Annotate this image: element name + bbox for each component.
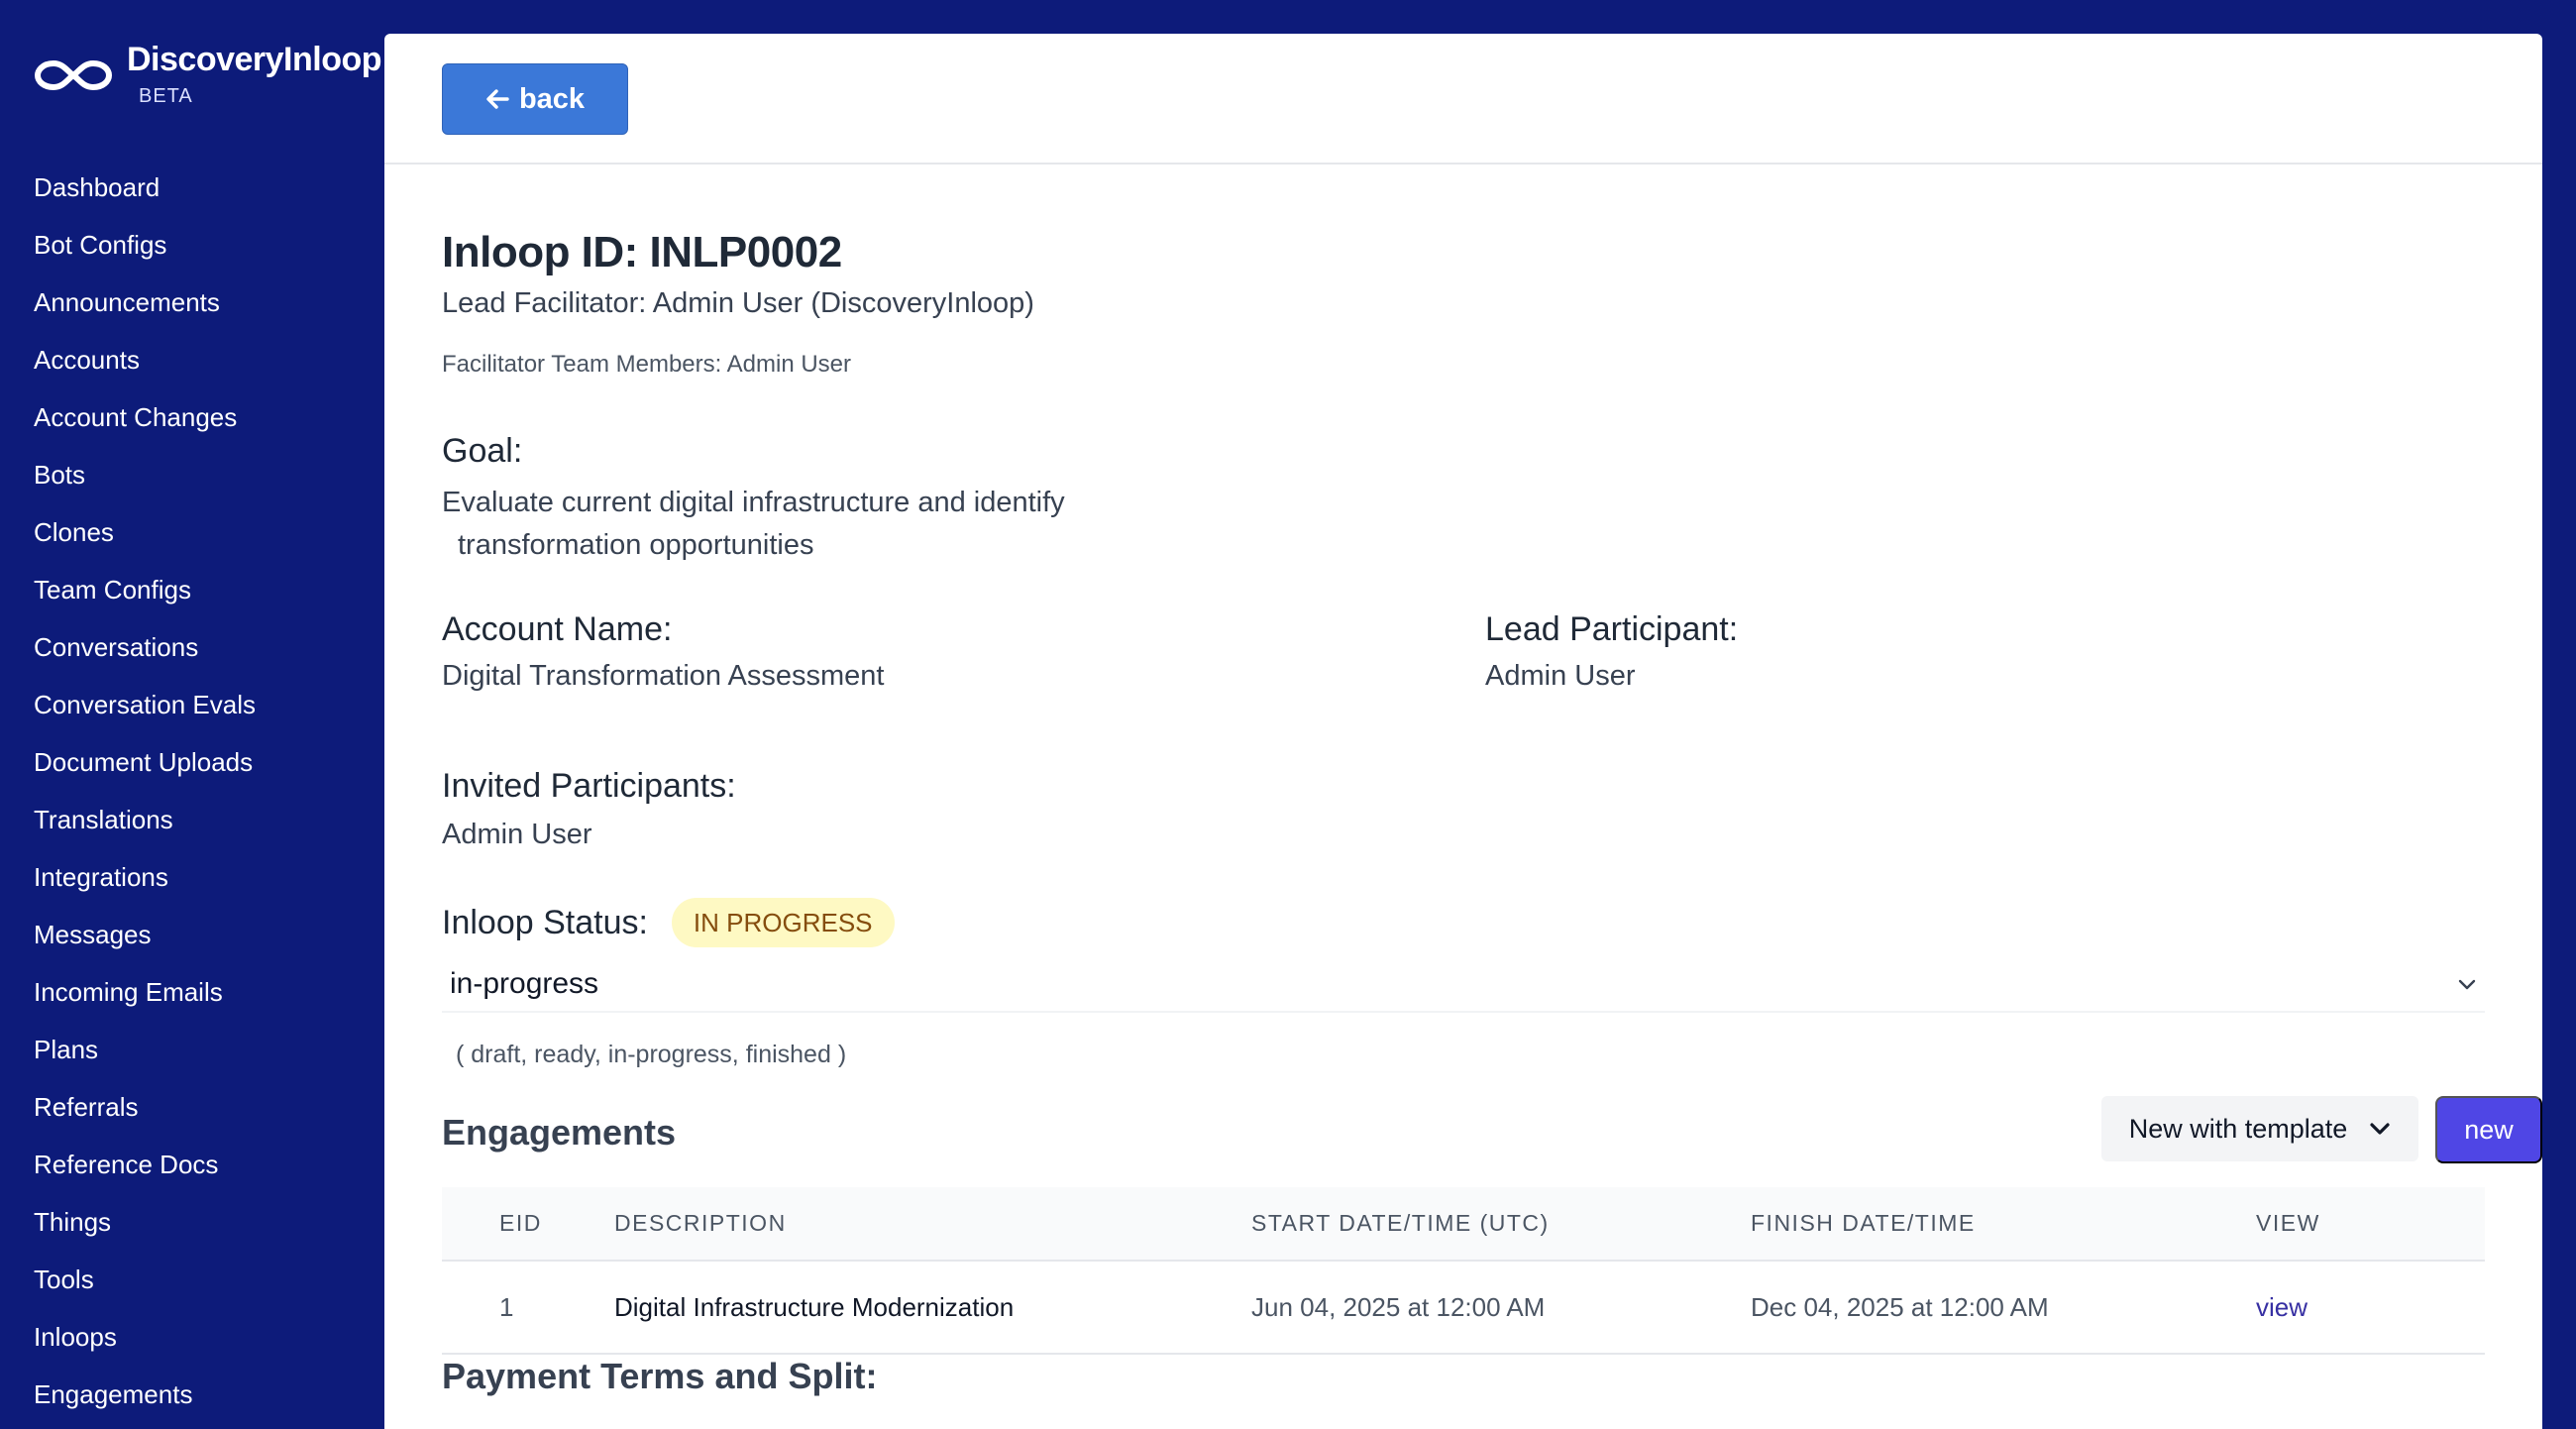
view-link[interactable]: view <box>2256 1292 2308 1322</box>
column-header-description: DESCRIPTION <box>614 1187 1251 1262</box>
cell-description: Digital Infrastructure Modernization <box>614 1261 1251 1355</box>
table-row: 1 Digital Infrastructure Modernization J… <box>442 1261 2485 1355</box>
goal-text-line-1: Evaluate current digital infrastructure … <box>442 487 1065 518</box>
payment-terms-title: Payment Terms and Split: <box>442 1356 878 1396</box>
inloop-status-row: Inloop Status: IN PROGRESS <box>442 898 895 947</box>
new-with-template-label: New with template <box>2128 1113 2348 1144</box>
top-bar: back <box>384 34 2542 165</box>
sidebar-item-inloops[interactable]: Inloops <box>34 1308 256 1366</box>
status-badge: IN PROGRESS <box>671 898 895 947</box>
goal-label: Goal: <box>442 432 523 470</box>
page-title: Inloop ID: INLP0002 <box>442 228 842 276</box>
sidebar-item-team-configs[interactable]: Team Configs <box>34 561 256 618</box>
engagements-table: EID DESCRIPTION START DATE/TIME (UTC) FI… <box>442 1187 2485 1355</box>
lead-participant-label: Lead Participant: <box>1485 610 1739 648</box>
lead-facilitator: Lead Facilitator: Admin User (DiscoveryI… <box>442 287 1034 319</box>
goal-text: Evaluate current digital infrastructure … <box>442 482 1135 567</box>
status-select[interactable]: in-progress <box>442 957 2485 1013</box>
new-with-template-dropdown[interactable]: New with template <box>2101 1096 2418 1161</box>
beta-badge: BETA <box>139 85 193 107</box>
column-header-view: VIEW <box>2256 1187 2485 1262</box>
arrow-left-icon <box>486 89 509 109</box>
invited-participants-value: Admin User <box>442 819 592 850</box>
new-engagement-button[interactable]: new <box>2435 1096 2542 1163</box>
sidebar-item-conversation-evals[interactable]: Conversation Evals <box>34 676 256 733</box>
sidebar-item-account-changes[interactable]: Account Changes <box>34 388 256 446</box>
sidebar-item-tools[interactable]: Tools <box>34 1251 256 1308</box>
sidebar-item-reference-docs[interactable]: Reference Docs <box>34 1136 256 1193</box>
back-button-label: back <box>518 82 586 115</box>
status-options-hint: ( draft, ready, in-progress, finished ) <box>456 1041 847 1068</box>
column-header-start: START DATE/TIME (UTC) <box>1251 1187 1751 1262</box>
engagements-title: Engagements <box>442 1112 677 1153</box>
cell-start: Jun 04, 2025 at 12:00 AM <box>1251 1261 1751 1355</box>
sidebar-item-translations[interactable]: Translations <box>34 791 256 848</box>
account-name-label: Account Name: <box>442 610 673 648</box>
sidebar-item-incoming-emails[interactable]: Incoming Emails <box>34 963 256 1021</box>
chevron-down-icon <box>2458 979 2476 990</box>
facilitator-team-members: Facilitator Team Members: Admin User <box>442 351 852 378</box>
inloop-status-label: Inloop Status: <box>442 903 648 941</box>
table-header-row: EID DESCRIPTION START DATE/TIME (UTC) FI… <box>442 1187 2485 1262</box>
cell-finish: Dec 04, 2025 at 12:00 AM <box>1751 1261 2256 1355</box>
main-panel: back Inloop ID: INLP0002 Lead Facilitato… <box>384 34 2542 1429</box>
sidebar-item-things[interactable]: Things <box>34 1193 256 1251</box>
sidebar: DiscoveryInloop BETA Dashboard Bot Confi… <box>0 0 384 1429</box>
sidebar-nav: Dashboard Bot Configs Announcements Acco… <box>34 159 256 1423</box>
sidebar-item-dashboard[interactable]: Dashboard <box>34 159 256 216</box>
sidebar-item-messages[interactable]: Messages <box>34 906 256 963</box>
brand-name: DiscoveryInloop <box>127 41 382 78</box>
back-button[interactable]: back <box>442 63 628 135</box>
sidebar-item-referrals[interactable]: Referrals <box>34 1078 256 1136</box>
account-name-value: Digital Transformation Assessment <box>442 660 885 692</box>
sidebar-item-document-uploads[interactable]: Document Uploads <box>34 733 256 791</box>
lead-participant-value: Admin User <box>1485 660 1636 692</box>
sidebar-item-clones[interactable]: Clones <box>34 503 256 561</box>
brand[interactable]: DiscoveryInloop BETA <box>34 38 382 108</box>
column-header-eid: EID <box>442 1187 614 1262</box>
sidebar-item-bot-configs[interactable]: Bot Configs <box>34 216 256 274</box>
sidebar-item-announcements[interactable]: Announcements <box>34 274 256 331</box>
chevron-down-icon <box>2370 1123 2390 1135</box>
invited-participants-label: Invited Participants: <box>442 767 736 805</box>
cell-eid: 1 <box>442 1261 614 1355</box>
infinity-logo-icon <box>35 60 112 90</box>
sidebar-item-bots[interactable]: Bots <box>34 446 256 503</box>
goal-text-line-2: transformation opportunities <box>458 529 814 561</box>
sidebar-item-integrations[interactable]: Integrations <box>34 848 256 906</box>
sidebar-item-accounts[interactable]: Accounts <box>34 331 256 388</box>
sidebar-item-engagements[interactable]: Engagements <box>34 1366 256 1423</box>
sidebar-item-plans[interactable]: Plans <box>34 1021 256 1078</box>
sidebar-item-conversations[interactable]: Conversations <box>34 618 256 676</box>
status-select-value: in-progress <box>450 967 599 1000</box>
column-header-finish: FINISH DATE/TIME <box>1751 1187 2256 1262</box>
cell-view: view <box>2256 1261 2485 1355</box>
